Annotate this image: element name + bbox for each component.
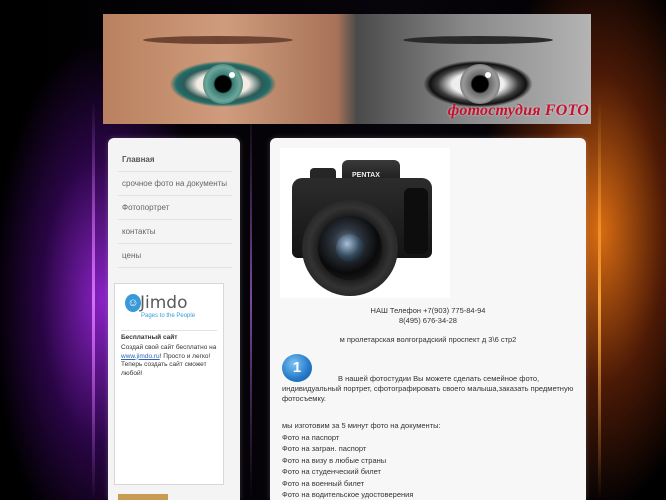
intro-paragraph: В нашей фотостудии Вы можете сделать сем… [282, 374, 576, 404]
phone-line-1: НАШ Телефон +7(903) 775-84-94 [370, 306, 486, 315]
sidebar-thumbnail [118, 494, 168, 500]
site-title: фотостудия FOTO [447, 102, 589, 119]
camera-brand: PENTAX [352, 172, 380, 179]
intro-rest: индивидуальный портрет, сфотографировать… [282, 384, 574, 403]
list-item: Фото на паспорт [282, 433, 340, 442]
right-iris [460, 64, 500, 104]
nav-item-contacts[interactable]: контакты [118, 220, 232, 244]
list-item: Фото на студенческий билет [282, 467, 381, 477]
jimdo-text-before: Создай свой сайт бесплатно на [121, 344, 217, 351]
documents-list: Фото на паспорт Фото на загран. паспорт … [282, 432, 413, 500]
jimdo-promo-title: Бесплатный сайт [121, 334, 178, 341]
light-streak-left-2 [250, 100, 252, 500]
jimdo-divider [121, 330, 217, 331]
light-streak-right [598, 100, 601, 500]
jimdo-logo[interactable]: ☺ Jimdo Pages to the People [121, 290, 217, 326]
documents-lead: мы изготовим за 5 минут фото на документ… [282, 421, 441, 430]
jimdo-tagline: Pages to the People [141, 313, 196, 319]
jimdo-smiley-icon: ☺ [125, 294, 141, 312]
right-eye-glint [485, 72, 491, 78]
right-brow [403, 36, 553, 44]
left-eye-glint [229, 72, 235, 78]
intro-first-line: В нашей фотостудии Вы можете сделать сем… [338, 374, 540, 383]
camera-lens-glass [336, 234, 364, 262]
list-item: Фото на загран. паспорт [282, 444, 367, 454]
list-item: Фото на военный билет [282, 478, 365, 488]
jimdo-promo-text: Создай свой сайт бесплатно на www.jimdo.… [121, 344, 217, 378]
list-item: Фото на визу в любые страны [282, 455, 387, 465]
sidebar: Главная срочное фото на документы Фотопо… [108, 138, 240, 500]
camera-image: PENTAX [280, 148, 450, 298]
phone-line-2: 8(495) 676-34-28 [399, 316, 457, 325]
left-brow [143, 36, 293, 44]
jimdo-promo: ☺ Jimdo Pages to the People Бесплатный с… [114, 283, 224, 485]
contact-address: м пролетарская волгоградский проспект д … [339, 335, 517, 344]
main-navigation: Главная срочное фото на документы Фотопо… [108, 138, 240, 268]
contact-phones: НАШ Телефон +7(903) 775-84-94 8(495) 676… [270, 306, 586, 326]
light-streak-left [92, 100, 95, 500]
jimdo-wordmark: Jimdo [140, 293, 188, 313]
main-content: PENTAX НАШ Телефон +7(903) 775-84-94 8(4… [270, 138, 586, 500]
jimdo-link[interactable]: www.jimdo.ru [121, 353, 160, 360]
nav-item-document-photos[interactable]: срочное фото на документы [118, 172, 232, 196]
camera-grip [404, 188, 428, 254]
header-banner: фотостудия FOTO [103, 14, 591, 124]
nav-item-prices[interactable]: цены [118, 244, 232, 268]
list-item: Фото на водительское удостоверения [282, 490, 414, 500]
left-iris [203, 64, 243, 104]
nav-item-home[interactable]: Главная [118, 148, 232, 172]
nav-item-portrait[interactable]: Фотопортрет [118, 196, 232, 220]
